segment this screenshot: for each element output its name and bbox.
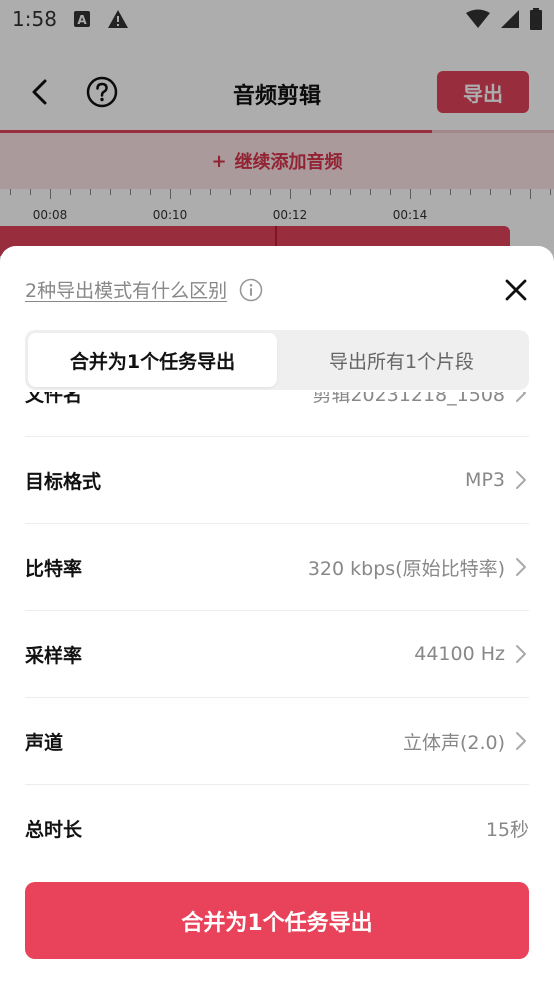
setting-value: MP3 bbox=[465, 469, 529, 491]
setting-value: 剪辑20231218_1508 bbox=[312, 392, 529, 407]
setting-label: 目标格式 bbox=[25, 470, 102, 493]
setting-value: 320 kbps(原始比特率) bbox=[308, 554, 529, 581]
setting-value-text: 剪辑20231218_1508 bbox=[312, 392, 505, 406]
setting-label: 声道 bbox=[25, 731, 64, 754]
export-mode-help-link[interactable]: 2种导出模式有什么区别 bbox=[25, 276, 263, 303]
chevron-right-icon bbox=[513, 557, 529, 577]
setting-value-text: 320 kbps(原始比特率) bbox=[307, 557, 505, 580]
close-icon bbox=[505, 279, 527, 301]
export-mode-tabs: 合并为1个任务导出 导出所有1个片段 bbox=[25, 330, 529, 390]
setting-label: 文件名 bbox=[25, 392, 83, 406]
setting-value: 立体声(2.0) bbox=[403, 728, 529, 755]
setting-row: 总时长 15秒 bbox=[25, 785, 529, 871]
merge-export-button[interactable]: 合并为1个任务导出 bbox=[25, 882, 529, 959]
chevron-right-icon bbox=[513, 470, 529, 490]
setting-row[interactable]: 比特率 320 kbps(原始比特率) bbox=[25, 524, 529, 611]
setting-row[interactable]: 目标格式 MP3 bbox=[25, 437, 529, 524]
setting-label: 总时长 bbox=[25, 818, 83, 841]
setting-value-text: 15秒 bbox=[485, 818, 529, 841]
export-sheet: 2种导出模式有什么区别 文件名 剪辑20231218_1508 目标格式 MP3 比特率… bbox=[0, 246, 554, 984]
chevron-right-icon bbox=[513, 644, 529, 664]
setting-value: 44100 Hz bbox=[414, 643, 529, 665]
chevron-right-icon bbox=[513, 731, 529, 751]
tab-merge-export[interactable]: 合并为1个任务导出 bbox=[28, 333, 277, 387]
setting-value: 15秒 bbox=[486, 815, 529, 842]
setting-value-text: 立体声(2.0) bbox=[402, 731, 505, 754]
setting-label: 比特率 bbox=[25, 557, 83, 580]
setting-value-text: MP3 bbox=[465, 469, 505, 491]
setting-label: 采样率 bbox=[25, 644, 83, 667]
chevron-right-icon bbox=[513, 392, 529, 403]
info-icon bbox=[239, 278, 263, 302]
setting-row[interactable]: 采样率 44100 Hz bbox=[25, 611, 529, 698]
setting-row[interactable]: 声道 立体声(2.0) bbox=[25, 698, 529, 785]
close-button[interactable] bbox=[502, 276, 530, 304]
help-link-text: 2种导出模式有什么区别 bbox=[25, 280, 228, 302]
tab-export-segments[interactable]: 导出所有1个片段 bbox=[277, 333, 526, 387]
setting-value-text: 44100 Hz bbox=[414, 643, 505, 665]
settings-list[interactable]: 文件名 剪辑20231218_1508 目标格式 MP3 比特率 320 kbps(原始比… bbox=[0, 392, 554, 922]
setting-row[interactable]: 文件名 剪辑20231218_1508 bbox=[25, 392, 529, 437]
